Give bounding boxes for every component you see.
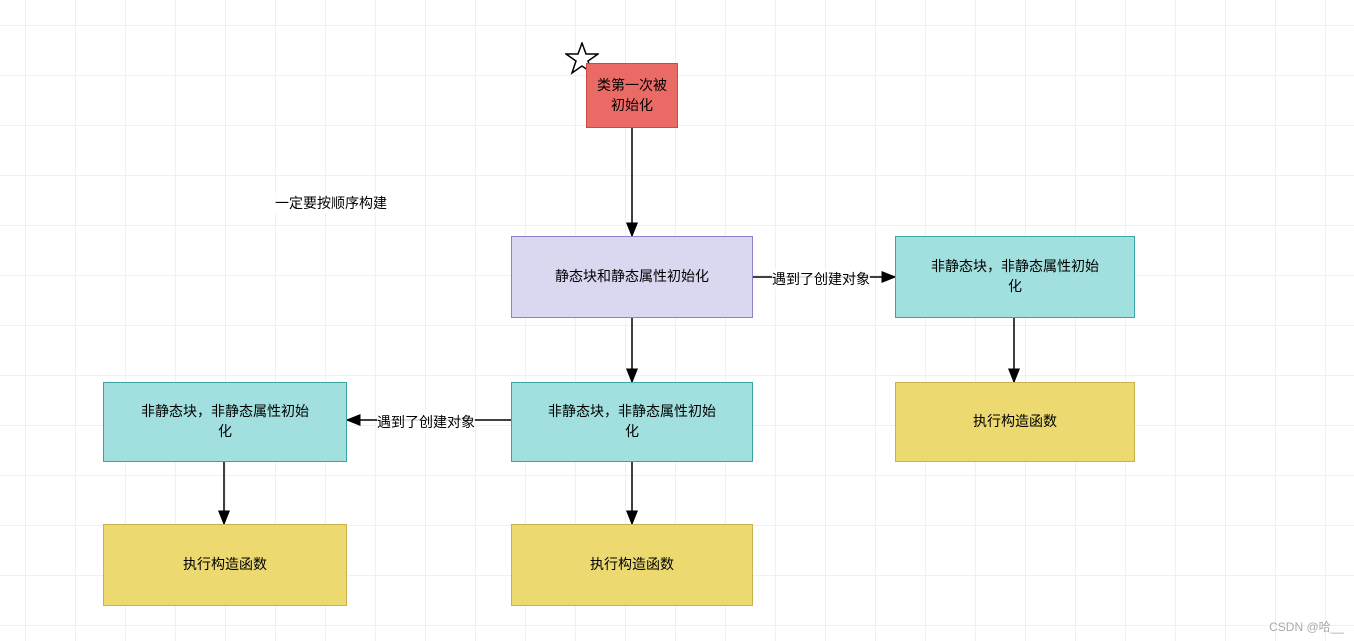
- edge-label-right: 遇到了创建对象: [772, 269, 870, 289]
- node-label: 非静态块，非静态属性初始化: [141, 402, 309, 441]
- node-label: 静态块和静态属性初始化: [555, 267, 709, 287]
- node-ctor-left[interactable]: 执行构造函数: [103, 524, 347, 606]
- node-nonstatic-left[interactable]: 非静态块，非静态属性初始化: [103, 382, 347, 462]
- node-ctor-mid[interactable]: 执行构造函数: [511, 524, 753, 606]
- annotation-note: 一定要按顺序构建: [275, 193, 387, 213]
- node-label: 非静态块，非静态属性初始化: [931, 257, 1099, 296]
- node-label: 执行构造函数: [973, 412, 1057, 432]
- watermark: CSDN @哈__: [1269, 618, 1344, 635]
- node-label: 执行构造函数: [183, 555, 267, 575]
- edge-label-left: 遇到了创建对象: [377, 412, 475, 432]
- node-label: 非静态块，非静态属性初始化: [548, 402, 716, 441]
- node-label: 执行构造函数: [590, 555, 674, 575]
- node-start[interactable]: 类第一次被初始化: [586, 63, 678, 128]
- node-nonstatic-right[interactable]: 非静态块，非静态属性初始化: [895, 236, 1135, 318]
- node-ctor-right[interactable]: 执行构造函数: [895, 382, 1135, 462]
- node-static-init[interactable]: 静态块和静态属性初始化: [511, 236, 753, 318]
- node-label: 类第一次被初始化: [597, 76, 667, 115]
- node-nonstatic-mid[interactable]: 非静态块，非静态属性初始化: [511, 382, 753, 462]
